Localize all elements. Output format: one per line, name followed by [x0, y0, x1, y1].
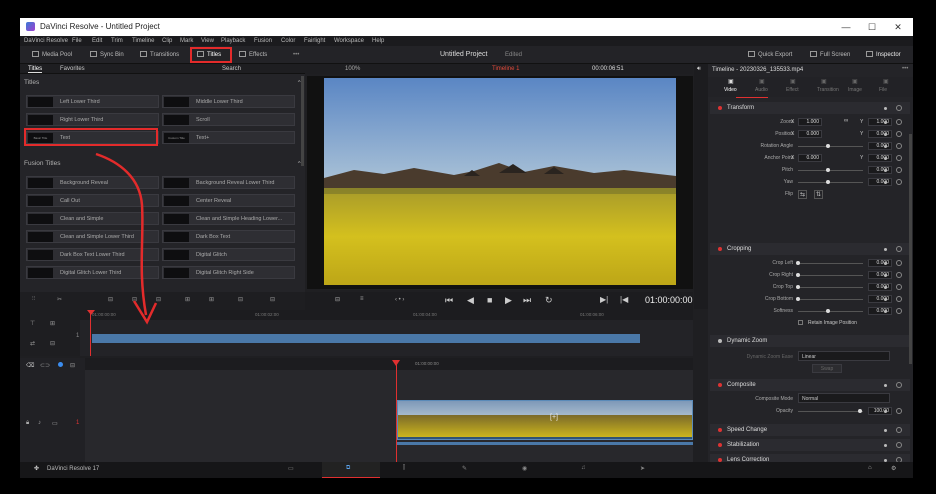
annotation-arrow [95, 152, 158, 325]
